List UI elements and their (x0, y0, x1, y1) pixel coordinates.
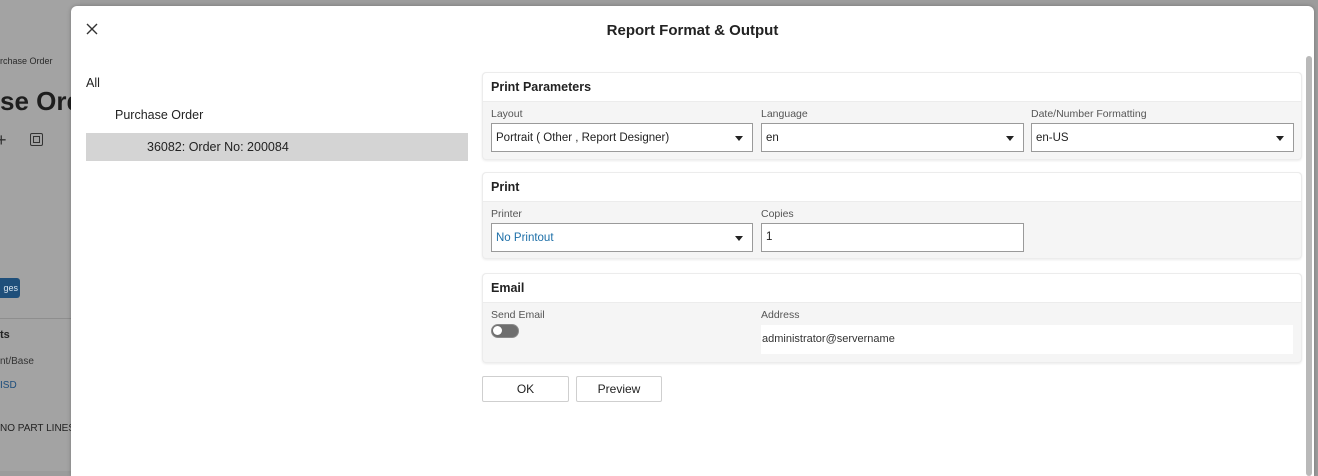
email-panel: Email Send Email Address administrator@s… (482, 273, 1302, 363)
preview-button[interactable]: Preview (576, 376, 662, 402)
printer-select[interactable]: No Printout (491, 223, 753, 252)
tree-item-label: 36082: Order No: 200084 (147, 140, 289, 154)
background-currency: ISD (0, 380, 17, 391)
send-email-label: Send Email (491, 309, 545, 321)
language-value: en (766, 132, 779, 144)
layout-value: Portrait ( Other , Report Designer) (496, 132, 670, 144)
address-field[interactable]: administrator@servername (761, 325, 1293, 354)
print-panel: Print Printer No Printout Copies 1 (482, 172, 1302, 259)
background-section-title: ts (0, 329, 10, 341)
printer-value: No Printout (496, 232, 554, 244)
tree-item-all[interactable]: All (86, 76, 100, 90)
copies-input[interactable]: 1 (761, 223, 1024, 252)
print-parameters-title: Print Parameters (483, 73, 1301, 102)
chevron-down-icon (1006, 136, 1014, 141)
chevron-down-icon (735, 236, 743, 241)
formatting-value: en-US (1036, 132, 1069, 144)
background-no-parts-text: NO PART LINES (0, 423, 76, 434)
language-select[interactable]: en (761, 123, 1024, 152)
copy-icon (30, 133, 43, 146)
printer-label: Printer (491, 208, 522, 220)
address-label: Address (761, 309, 800, 321)
report-format-dialog: Report Format & Output All Purchase Orde… (71, 6, 1314, 476)
print-parameters-panel: Print Parameters Layout Portrait ( Other… (482, 72, 1302, 160)
background-page-title: se Ord (0, 86, 80, 116)
tree-item-purchase-order[interactable]: Purchase Order (115, 108, 203, 122)
language-label: Language (761, 108, 808, 120)
layout-label: Layout (491, 108, 523, 120)
background-section-subtitle: nt/Base (0, 356, 34, 367)
send-email-toggle[interactable] (491, 324, 519, 338)
ok-button[interactable]: OK (482, 376, 569, 402)
background-badge: ges (0, 278, 20, 298)
email-title: Email (483, 274, 1301, 303)
background-page: rchase Order se Ord + ges ts nt/Base ISD… (0, 0, 80, 471)
tree-item-selected-order[interactable]: 36082: Order No: 200084 (86, 133, 468, 161)
background-breadcrumb: rchase Order (0, 56, 53, 66)
background-divider (0, 318, 80, 319)
dialog-title: Report Format & Output (606, 22, 779, 39)
chevron-down-icon (735, 136, 743, 141)
copies-label: Copies (761, 208, 794, 220)
print-title: Print (483, 173, 1301, 202)
layout-select[interactable]: Portrait ( Other , Report Designer) (491, 123, 753, 152)
formatting-select[interactable]: en-US (1031, 123, 1294, 152)
formatting-label: Date/Number Formatting (1031, 108, 1147, 120)
dialog-scrollbar[interactable] (1306, 56, 1312, 476)
chevron-down-icon (1276, 136, 1284, 141)
add-icon: + (0, 130, 7, 150)
